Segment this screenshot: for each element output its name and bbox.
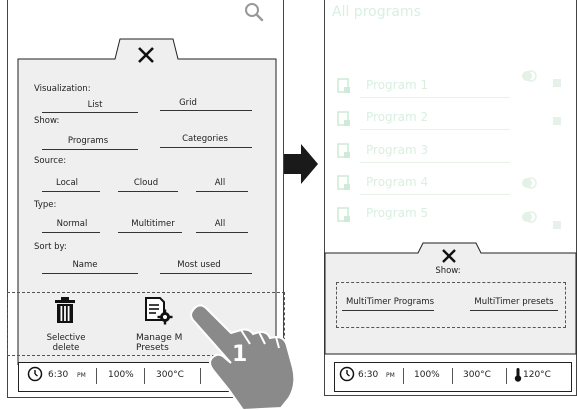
close-icon[interactable] <box>137 46 155 68</box>
program-icon <box>337 78 351 98</box>
document-gear-icon[interactable] <box>144 296 174 330</box>
program-name[interactable]: Program 3 <box>366 143 428 157</box>
type-option-normal[interactable]: Normal <box>42 219 102 229</box>
status-probe-temperature: 120°C <box>523 370 551 380</box>
underline <box>342 310 434 311</box>
underline <box>360 129 510 130</box>
show-option-programs[interactable]: Programs <box>48 136 128 146</box>
search-icon[interactable] <box>244 2 264 26</box>
program-icon <box>337 143 351 163</box>
manage-presets-label-2[interactable]: Presets <box>136 343 169 353</box>
divider <box>96 368 97 384</box>
underline <box>160 110 252 111</box>
underline <box>42 273 138 274</box>
visualization-label: Visualization: <box>34 84 91 94</box>
source-option-cloud[interactable]: Cloud <box>121 178 171 188</box>
manage-presets-label-1[interactable]: Manage M <box>136 333 182 343</box>
underline <box>42 191 100 192</box>
underline <box>360 194 510 195</box>
show-label-right: Show: <box>435 266 461 276</box>
trash-icon[interactable] <box>54 296 76 328</box>
program-name[interactable]: Program 2 <box>366 110 428 124</box>
type-option-all[interactable]: All <box>205 219 235 229</box>
divider <box>452 368 453 384</box>
show-label: Show: <box>34 116 60 126</box>
type-label: Type: <box>34 200 57 210</box>
underline <box>42 149 138 150</box>
show-option-multitimer-programs[interactable]: MultiTimer Programs <box>340 297 440 307</box>
checkbox-icon[interactable] <box>553 214 561 233</box>
program-icon <box>337 207 351 227</box>
clock-icon <box>27 366 43 386</box>
underline <box>118 232 182 233</box>
arrow-right-icon <box>284 144 318 184</box>
underline <box>196 232 248 233</box>
program-icon <box>337 175 351 195</box>
multitimer-icon <box>521 68 537 88</box>
type-option-multitimer[interactable]: Multitimer <box>118 219 188 229</box>
multitimer-icon <box>521 209 537 229</box>
show-option-multitimer-presets[interactable]: MultiTimer presets <box>466 297 562 307</box>
source-label: Source: <box>34 156 67 166</box>
close-icon[interactable] <box>441 248 457 268</box>
underline <box>42 232 100 233</box>
underline <box>118 191 178 192</box>
status-percent: 100% <box>414 370 440 380</box>
status-ampm: PM <box>77 372 86 379</box>
visualization-option-grid[interactable]: Grid <box>165 98 211 108</box>
divider <box>144 368 145 384</box>
source-option-all[interactable]: All <box>205 178 235 188</box>
status-temperature: 300°C <box>156 370 184 380</box>
underline <box>160 147 252 148</box>
status-ampm: PM <box>386 372 395 379</box>
callout-number: 1 <box>232 342 248 367</box>
program-name[interactable]: Program 1 <box>366 78 428 92</box>
underline <box>360 162 510 163</box>
sort-by-label: Sort by: <box>34 242 67 252</box>
checkbox-icon[interactable] <box>553 110 561 129</box>
selective-delete-label-1[interactable]: Selective <box>40 333 92 343</box>
divider <box>506 368 507 384</box>
underline <box>360 97 510 98</box>
program-name[interactable]: Program 5 <box>366 206 428 220</box>
visualization-option-list[interactable]: List <box>70 100 120 110</box>
selective-delete-label-2[interactable]: delete <box>40 343 92 353</box>
status-time: 6:30 <box>48 370 69 380</box>
probe-thermometer-icon <box>514 367 522 386</box>
underline <box>42 112 138 113</box>
sort-option-name[interactable]: Name <box>58 260 112 270</box>
multitimer-icon <box>521 175 537 195</box>
divider <box>403 368 404 384</box>
checkbox-icon[interactable] <box>553 72 561 91</box>
underline <box>470 310 558 311</box>
underline <box>196 191 248 192</box>
program-name[interactable]: Program 4 <box>366 175 428 189</box>
underline <box>160 273 252 274</box>
show-option-categories[interactable]: Categories <box>160 134 250 144</box>
program-icon <box>337 111 351 131</box>
clock-icon <box>339 366 355 386</box>
status-percent: 100% <box>108 370 134 380</box>
sort-option-most-used[interactable]: Most used <box>164 260 234 270</box>
status-temperature: 300°C <box>463 370 491 380</box>
status-time: 6:30 <box>358 370 379 380</box>
source-option-local[interactable]: Local <box>40 178 94 188</box>
page-title: All programs <box>332 4 421 20</box>
